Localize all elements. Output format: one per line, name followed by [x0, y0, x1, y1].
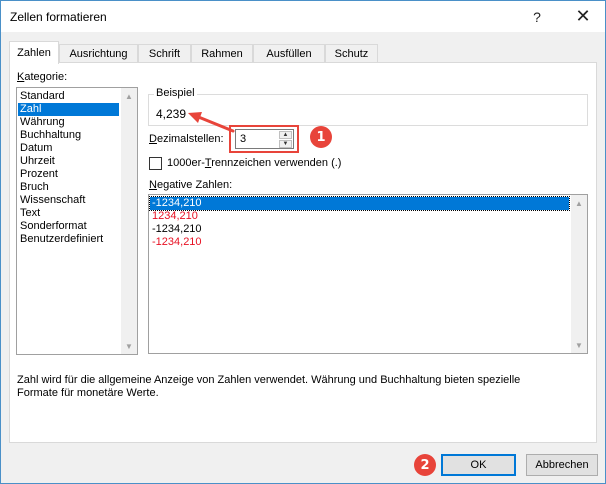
- category-item-datum[interactable]: Datum: [18, 142, 119, 155]
- decimal-places-spinner[interactable]: 3 ▲ ▼: [235, 129, 294, 149]
- category-item-waehrung[interactable]: Währung: [18, 116, 119, 129]
- category-scrollbar[interactable]: ▲ ▼: [121, 88, 137, 354]
- decimal-places-value: 3: [240, 133, 247, 145]
- tab-ausfuellen[interactable]: Ausfüllen: [253, 44, 325, 63]
- question-mark-icon: ?: [533, 8, 541, 25]
- negative-numbers-list[interactable]: -1234,210 1234,210 -1234,210 -1234,210 ▲…: [148, 194, 588, 354]
- scroll-up-arrow-icon[interactable]: ▲: [121, 88, 137, 104]
- negative-item[interactable]: 1234,210: [150, 210, 569, 223]
- category-item-buchhaltung[interactable]: Buchhaltung: [18, 129, 119, 142]
- category-item-uhrzeit[interactable]: Uhrzeit: [18, 155, 119, 168]
- negative-item[interactable]: -1234,210: [149, 196, 570, 211]
- category-item-standard[interactable]: Standard: [18, 90, 119, 103]
- annotation-badge-1: 1: [310, 126, 332, 148]
- description-line-1: Zahl wird für die allgemeine Anzeige von…: [17, 374, 521, 386]
- close-icon: ✕: [575, 6, 591, 26]
- sample-label: Beispiel: [154, 87, 197, 99]
- category-item-text[interactable]: Text: [18, 207, 119, 220]
- spin-down-icon[interactable]: ▼: [279, 140, 292, 148]
- category-item-wissenschaft[interactable]: Wissenschaft: [18, 194, 119, 207]
- annotation-arrow-icon: [188, 112, 235, 133]
- window-title: Zellen formatieren: [10, 10, 107, 24]
- category-item-zahl[interactable]: Zahl: [18, 103, 119, 116]
- sample-value: 4,239: [156, 107, 187, 121]
- annotation-badge-2: 2: [414, 454, 436, 476]
- number-tab-panel: Kategorie: Standard Zahl Währung Buchhal…: [9, 62, 597, 443]
- category-item-bruch[interactable]: Bruch: [18, 181, 119, 194]
- ok-button[interactable]: OK: [441, 454, 516, 476]
- tab-zahlen[interactable]: Zahlen: [9, 41, 59, 64]
- thousands-separator-checkbox[interactable]: [149, 157, 162, 170]
- title-bar: Zellen formatieren ? ✕: [1, 1, 605, 32]
- tab-rahmen[interactable]: Rahmen: [191, 44, 253, 63]
- description-line-2: Formate für monetäre Werte.: [17, 387, 159, 399]
- category-item-benutzerdefiniert[interactable]: Benutzerdefiniert: [18, 233, 119, 246]
- scroll-down-arrow-icon[interactable]: ▼: [121, 338, 137, 354]
- spin-up-icon[interactable]: ▲: [279, 131, 292, 139]
- category-label: Kategorie:: [17, 71, 68, 83]
- scroll-up-arrow-icon[interactable]: ▲: [571, 195, 587, 211]
- tab-ausrichtung[interactable]: Ausrichtung: [59, 44, 138, 63]
- cancel-button[interactable]: Abbrechen: [526, 454, 598, 476]
- negative-numbers-scrollbar[interactable]: ▲ ▼: [571, 195, 587, 353]
- category-item-sonderformat[interactable]: Sonderformat: [18, 220, 119, 233]
- thousands-separator-label: 1000er-Trennzeichen verwenden (.): [167, 157, 342, 169]
- help-button[interactable]: ?: [515, 1, 559, 32]
- negative-numbers-label: Negative Zahlen:: [149, 179, 233, 191]
- tab-schutz[interactable]: Schutz: [325, 44, 378, 63]
- close-button[interactable]: ✕: [561, 1, 605, 32]
- negative-item[interactable]: -1234,210: [150, 236, 569, 249]
- category-list[interactable]: Standard Zahl Währung Buchhaltung Datum …: [16, 87, 138, 355]
- tab-schrift[interactable]: Schrift: [138, 44, 191, 63]
- scroll-down-arrow-icon[interactable]: ▼: [571, 337, 587, 353]
- category-item-prozent[interactable]: Prozent: [18, 168, 119, 181]
- negative-item[interactable]: -1234,210: [150, 223, 569, 236]
- format-cells-dialog: Zellen formatieren ? ✕ Zahlen Ausrichtun…: [0, 0, 606, 484]
